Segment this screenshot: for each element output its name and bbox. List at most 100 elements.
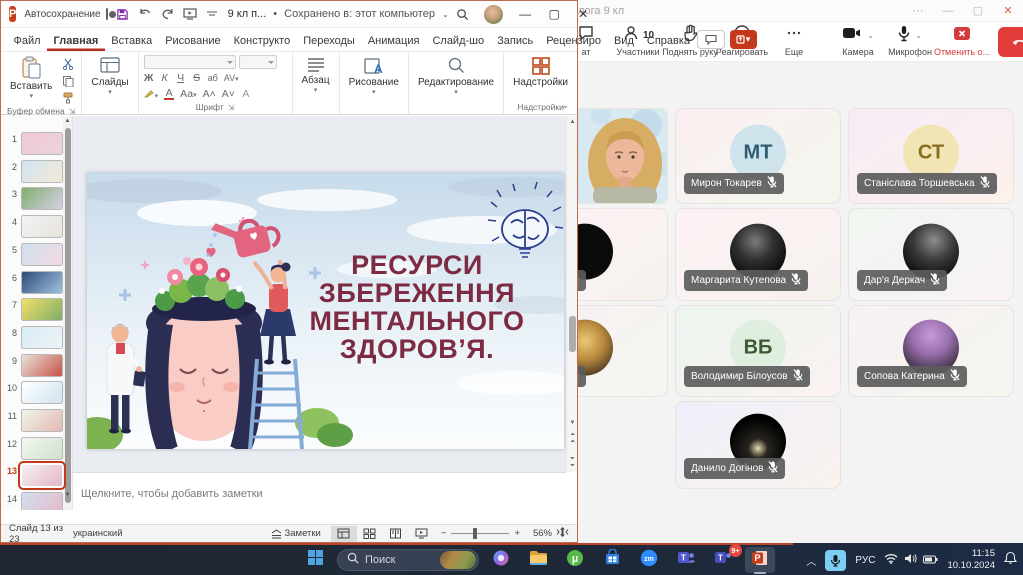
ribbon-tab[interactable]: Переходы (297, 28, 362, 51)
font-color-button[interactable]: А (164, 89, 174, 100)
ribbon-tab[interactable]: Конструкто (227, 28, 297, 51)
slide-thumbnail-image[interactable] (21, 132, 63, 155)
customize-toolbar-icon[interactable] (206, 9, 218, 19)
tray-overflow-icon[interactable]: ︿ (806, 553, 816, 568)
slide-thumbnail[interactable]: 3 (5, 187, 63, 210)
notifications-icon[interactable] (1004, 551, 1017, 569)
undo-icon[interactable] (138, 8, 152, 20)
dialog-launcher-icon[interactable]: ⇲ (228, 103, 235, 112)
store-taskbar-button[interactable] (597, 547, 627, 573)
normal-view-button[interactable] (331, 526, 357, 542)
slides-button[interactable]: Слайды▾ (87, 55, 132, 97)
tray-clock[interactable]: 11:15 10.10.2024 (947, 548, 995, 572)
addins-button[interactable]: Надстройки (509, 55, 572, 89)
participant-tile[interactable]: Данило Догінов (675, 401, 841, 489)
zoom-in-button[interactable]: + (514, 528, 520, 539)
saved-status[interactable]: Сохранено в: этот компьютер (284, 8, 435, 20)
ribbon-tab[interactable]: Вставка (105, 28, 159, 51)
slide-thumbnail-image[interactable] (21, 243, 63, 266)
paragraph-button[interactable]: Абзац▾ (298, 55, 334, 95)
participant-tile[interactable]: МТМирон Токарев (675, 108, 841, 204)
powerpoint-taskbar-button[interactable]: P (745, 547, 775, 573)
participant-tile[interactable]: Маргарита Кутепова (675, 208, 841, 301)
current-slide[interactable]: РЕСУРСИ ЗБЕРЕЖЕННЯ МЕНТАЛЬНОГО ЗДОРОВ’Я. (87, 173, 564, 449)
search-icon[interactable] (449, 3, 476, 25)
comments-button[interactable] (697, 30, 725, 49)
keyboard-language[interactable]: РУС (855, 555, 875, 566)
slide-thumbnail[interactable]: 10 (5, 381, 63, 404)
bold-button[interactable]: Ж (144, 72, 154, 84)
utorrent-taskbar-button[interactable]: µ (560, 547, 590, 573)
slide-thumbnail-image[interactable] (21, 464, 63, 487)
save-icon[interactable] (116, 8, 129, 21)
slide-thumbnail[interactable]: 7 (5, 298, 63, 321)
taskbar-search-box[interactable]: Поиск (337, 549, 479, 571)
slide-thumbnail[interactable]: 13 (5, 464, 63, 487)
ribbon-tab[interactable]: Рецензиро (540, 28, 608, 51)
slide-thumbnail[interactable]: 12 (5, 437, 63, 460)
close-icon[interactable]: ✕ (569, 2, 598, 26)
maximize-icon[interactable]: ▢ (963, 0, 993, 21)
format-painter-icon[interactable] (60, 91, 76, 105)
minimize-icon[interactable]: — (933, 0, 963, 21)
slideshow-icon[interactable] (183, 8, 197, 20)
explorer-taskbar-button[interactable] (523, 547, 553, 573)
participant-tile[interactable]: Сопова Катерина (848, 305, 1014, 397)
zoom-taskbar-button[interactable]: zm (634, 547, 664, 573)
ribbon-tab[interactable]: Рисование (159, 28, 227, 51)
wifi-icon[interactable] (884, 551, 898, 569)
zoom-percent[interactable]: 56% (526, 528, 552, 539)
zoom-out-button[interactable]: − (441, 528, 447, 539)
highlight-pen-icon[interactable]: ▾ (144, 87, 159, 101)
maximize-icon[interactable]: ▢ (540, 2, 569, 26)
slide-thumbnail-image[interactable] (21, 298, 63, 321)
italic-button[interactable]: К (160, 72, 170, 84)
slide-thumbnail[interactable]: 2 (5, 160, 63, 183)
minimize-icon[interactable]: — (511, 2, 540, 26)
slide-thumbnail[interactable]: 4 (5, 215, 63, 238)
copy-icon[interactable] (60, 74, 76, 88)
slide-thumbnail-image[interactable] (21, 381, 63, 404)
editing-button[interactable]: Редактирование▾ (414, 55, 498, 97)
tray-microphone-icon[interactable] (825, 550, 846, 571)
zoom-slider[interactable] (451, 533, 509, 534)
strikethrough-button[interactable]: S (192, 72, 202, 84)
slide-thumbnail-image[interactable] (21, 437, 63, 460)
slide-scrollbar[interactable]: ▲ ▼ ⏶⏶ ⏷⏷ (566, 116, 577, 472)
ribbon-tab[interactable]: Главная (47, 28, 105, 51)
clear-formatting-button[interactable]: А (241, 88, 251, 100)
slide-thumbnail-image[interactable] (21, 354, 63, 377)
next-slide-button[interactable]: ⏷⏷ (567, 456, 578, 470)
slide-thumbnail-image[interactable] (21, 492, 63, 510)
slide-thumbnail[interactable]: 9 (5, 354, 63, 377)
fit-slide-button[interactable] (552, 526, 577, 541)
redo-icon[interactable] (161, 8, 174, 20)
notes-panel[interactable]: Щелкните, чтобы добавить заметки (73, 472, 566, 510)
thumbnails-scrollbar[interactable]: ▲ ▼ (63, 116, 72, 510)
present-share-button[interactable]: ▾ (730, 30, 757, 49)
more-button[interactable]: Еще (768, 23, 820, 61)
cut-icon[interactable] (60, 57, 76, 71)
slide-thumbnail[interactable]: 11 (5, 409, 63, 432)
participant-tile[interactable]: Дар'я Деркач (848, 208, 1014, 301)
slide-thumbnail-image[interactable] (21, 326, 63, 349)
ribbon-tab[interactable]: Анимация (361, 28, 426, 51)
slide-thumbnail[interactable]: 6 (5, 271, 63, 294)
teams-chat-taskbar-button[interactable]: T9+ (708, 547, 738, 573)
search-highlight-image[interactable] (440, 551, 476, 569)
ribbon-tab[interactable]: Запись (491, 28, 540, 51)
microphone-button[interactable]: ⌄Микрофон (884, 23, 936, 61)
participant-tile[interactable]: ВБВолодимир Білоусов (675, 305, 841, 397)
ribbon-tab[interactable]: Слайд-шо (426, 28, 491, 51)
slide-thumbnail-image[interactable] (21, 271, 63, 294)
camera-button[interactable]: ⌄Камера (832, 23, 884, 61)
language-indicator[interactable]: украинский (71, 528, 123, 539)
slide-thumbnail[interactable]: 5 (5, 243, 63, 266)
notes-toggle-button[interactable]: Заметки (261, 528, 331, 539)
close-icon[interactable]: ✕ (993, 0, 1023, 21)
autosave-toggle[interactable] (106, 8, 108, 20)
font-size-select[interactable] (239, 55, 277, 69)
font-name-select[interactable] (144, 55, 236, 69)
start-taskbar-button[interactable] (300, 547, 330, 573)
leave-button[interactable]: Выйти (998, 27, 1023, 57)
